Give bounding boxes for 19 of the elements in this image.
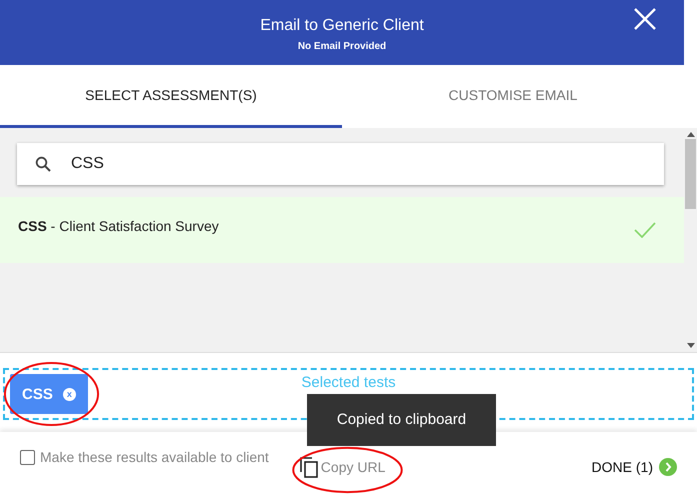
scrollbar-thumb[interactable]	[685, 139, 696, 209]
result-name: CSS - Client Satisfaction Survey	[18, 218, 219, 234]
checkbox-square[interactable]	[20, 450, 35, 464]
copy-icon	[298, 456, 319, 478]
tab[interactable]: CUSTOMISE EMAIL	[342, 65, 684, 128]
done-button[interactable]: DONE (1)	[592, 458, 677, 476]
tooltip: Copied to clipboard	[307, 394, 496, 446]
selected-tests-label: Selected tests	[301, 375, 396, 391]
dialog-subtitle: No Email Provided	[298, 41, 386, 52]
dialog-title: Email to Generic Client	[260, 17, 424, 35]
close-icon[interactable]	[634, 8, 656, 30]
scroll-down-icon[interactable]	[686, 343, 694, 349]
test-chip[interactable]: CSS x	[10, 374, 88, 414]
search-icon	[35, 156, 51, 172]
search-field[interactable]: CSS	[17, 143, 664, 185]
remove-button[interactable]: x	[62, 388, 76, 400]
scroll-up-icon[interactable]	[686, 131, 694, 137]
result-row[interactable]: CSS - Client Satisfaction Survey	[0, 197, 684, 263]
check-icon	[634, 222, 656, 238]
